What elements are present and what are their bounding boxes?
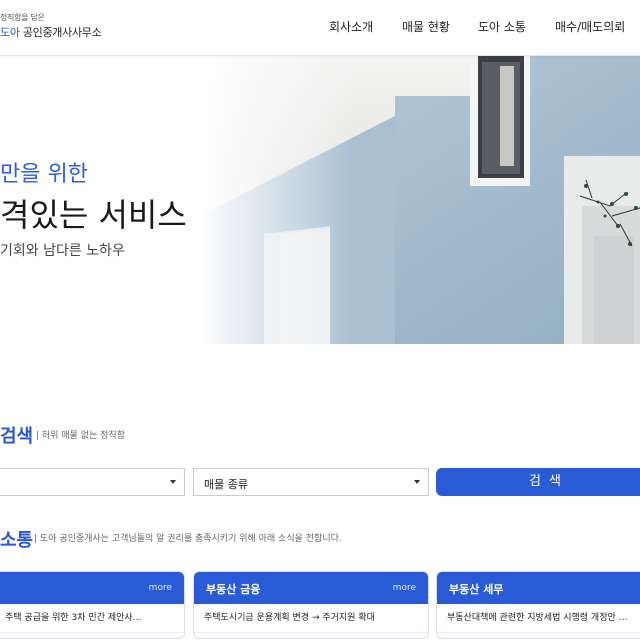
- more-link[interactable]: more: [393, 583, 416, 593]
- news-item[interactable]: 부동산대책에 관련한 지방세법 시행령 개정안 …: [437, 610, 628, 623]
- news-item[interactable]: 주택도시기금 운용계획 변경 → 주거지원 확대: [194, 610, 375, 623]
- main-nav: 회사소개 매물 현황 도아 소통 매수/매도의뢰: [0, 18, 640, 38]
- nav-about[interactable]: 회사소개: [329, 18, 373, 35]
- divider: [437, 632, 640, 633]
- news-item[interactable]: 주택 공급을 위한 3차 민간 제안사…: [0, 610, 142, 623]
- hero-headline: 격있는 서비스: [0, 196, 187, 234]
- news-card: more 주택 공급을 위한 3차 민간 제안사…: [0, 571, 185, 639]
- news-section-title: 소통: [0, 530, 34, 551]
- hero-building-image: [200, 56, 640, 344]
- region-select[interactable]: [0, 468, 185, 496]
- hero-headline-top: 만을 위한: [0, 162, 88, 187]
- hero-subtext: 기회와 남다른 노하우: [0, 243, 125, 259]
- site-header: 정직함을 담은 도아 공인중개사사무소 회사소개 매물 현황 도아 소통 매수/…: [0, 0, 640, 56]
- news-card-header: 부동산 금융 more: [194, 572, 428, 604]
- news-card-tax: 부동산 세무 부동산대책에 관련한 지방세법 시행령 개정안 …: [436, 571, 640, 639]
- nav-request[interactable]: 매수/매도의뢰: [555, 18, 625, 35]
- hero-banner: 만을 위한 격있는 서비스 기회와 남다른 노하우: [0, 56, 640, 344]
- property-type-select[interactable]: 매물 종류: [193, 468, 429, 496]
- chevron-down-icon: [414, 480, 420, 484]
- nav-community[interactable]: 도아 소통: [478, 18, 526, 35]
- news-section-subtitle: | 도아 공인중개사는 고객님들의 알 권리를 충족시키기 위해 아래 소식을 …: [34, 534, 342, 544]
- news-card-finance: 부동산 금융 more 주택도시기금 운용계획 변경 → 주거지원 확대: [193, 571, 429, 639]
- news-card-header: more: [0, 572, 184, 604]
- search-section-title: 검색: [0, 426, 34, 447]
- more-link[interactable]: more: [149, 583, 172, 593]
- news-card-title: 부동산 세무: [449, 583, 504, 596]
- search-button[interactable]: 검 색: [436, 468, 640, 496]
- news-card-title: 부동산 금융: [206, 583, 261, 596]
- divider: [194, 632, 428, 633]
- news-card-header: 부동산 세무: [437, 572, 640, 604]
- divider: [0, 632, 184, 633]
- search-section-subtitle: | 허위 매물 없는 정직함: [36, 431, 125, 441]
- nav-listings[interactable]: 매물 현황: [402, 18, 450, 35]
- chevron-down-icon: [170, 480, 176, 484]
- property-type-value: 매물 종류: [204, 478, 248, 491]
